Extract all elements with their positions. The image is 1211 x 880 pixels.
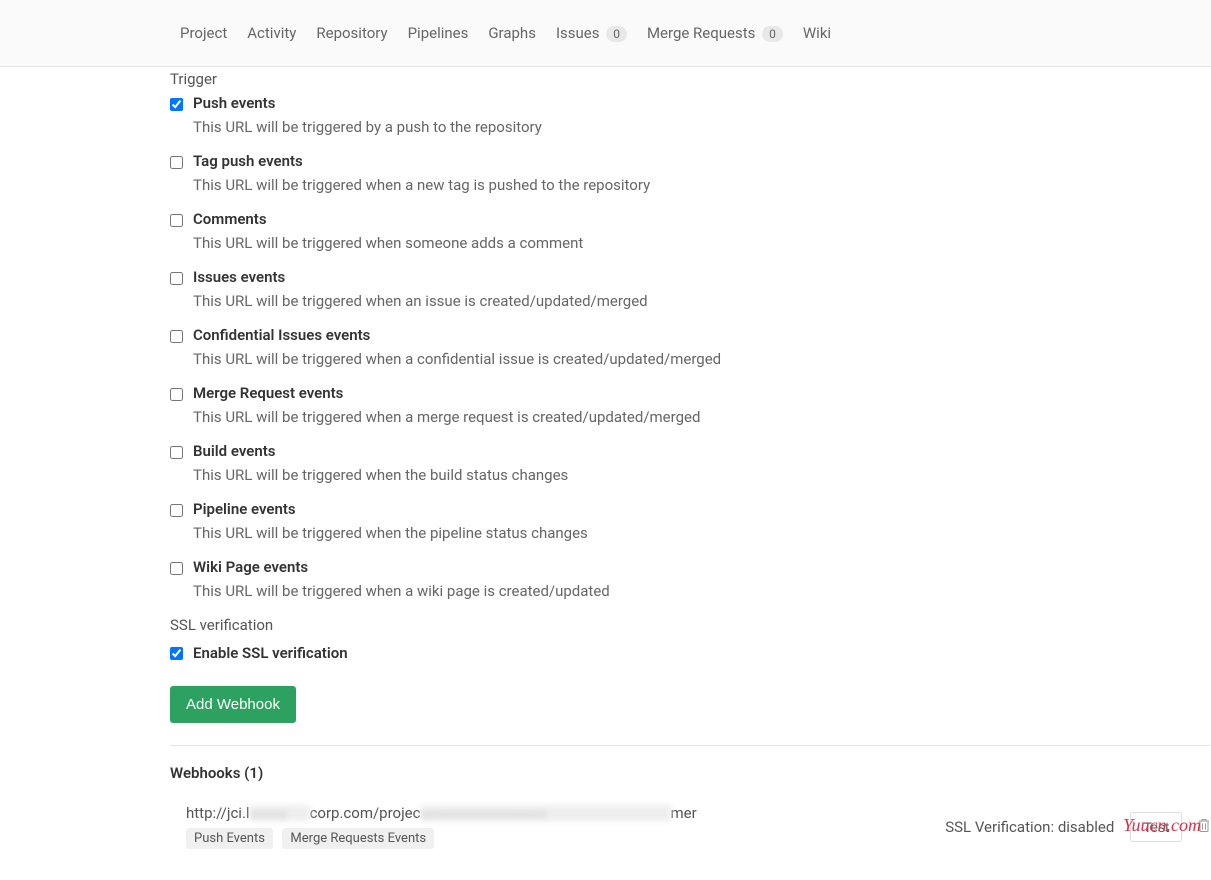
ssl-status: SSL Verification: disabled	[945, 818, 1114, 836]
triggers-list: Push events This URL will be triggered by…	[170, 94, 1210, 600]
redacted-segment: xxxxxxxxxxxxxxxxx	[421, 805, 671, 821]
webhook-tags: Push Events Merge Requests Events	[186, 828, 945, 849]
trigger-item: Pipeline events This URL will be triggere…	[170, 500, 1210, 542]
trigger-checkbox[interactable]	[170, 272, 183, 285]
webhook-row: http://jci.lxxxxxcorp.com/projecxxxxxxxx…	[170, 804, 1210, 849]
trigger-checkbox[interactable]	[170, 156, 183, 169]
trigger-desc: This URL will be triggered when a confid…	[193, 350, 1210, 368]
nav-repository[interactable]: Repository	[306, 16, 397, 50]
trigger-checkbox[interactable]	[170, 504, 183, 517]
trigger-label: Trigger	[170, 70, 1210, 88]
ssl-checkbox[interactable]	[170, 647, 183, 660]
trigger-desc: This URL will be triggered when a wiki p…	[193, 582, 1210, 600]
trigger-item: Push events This URL will be triggered by…	[170, 94, 1210, 136]
trigger-item: Confidential Issues events This URL will …	[170, 326, 1210, 368]
trigger-title: Issues events	[193, 268, 1210, 286]
trigger-item: Tag push events This URL will be triggere…	[170, 152, 1210, 194]
mr-badge: 0	[762, 26, 783, 42]
trigger-item: Comments This URL will be triggered when …	[170, 210, 1210, 252]
ssl-label: SSL verification	[170, 616, 1210, 634]
trigger-desc: This URL will be triggered when an issue…	[193, 292, 1210, 310]
webhooks-header: Webhooks (1)	[170, 764, 1210, 782]
trigger-item: Wiki Page events This URL will be trigger…	[170, 558, 1210, 600]
tag-merge-requests-events: Merge Requests Events	[282, 828, 434, 849]
trigger-title: Tag push events	[193, 152, 1210, 170]
trigger-item: Build events This URL will be triggered w…	[170, 442, 1210, 484]
nav-activity[interactable]: Activity	[237, 16, 306, 50]
trigger-title: Push events	[193, 94, 1210, 112]
add-webhook-button[interactable]: Add Webhook	[170, 686, 296, 723]
trigger-checkbox[interactable]	[170, 388, 183, 401]
nav-wiki[interactable]: Wiki	[793, 16, 841, 50]
trigger-desc: This URL will be triggered when a new ta…	[193, 176, 1210, 194]
trigger-checkbox[interactable]	[170, 330, 183, 343]
trigger-checkbox[interactable]	[170, 98, 183, 111]
watermark: Yuucn.com	[1123, 815, 1201, 836]
issues-badge: 0	[606, 26, 627, 42]
trigger-title: Pipeline events	[193, 500, 1210, 518]
tag-push-events: Push Events	[186, 828, 273, 849]
trigger-checkbox[interactable]	[170, 446, 183, 459]
trigger-desc: This URL will be triggered when the buil…	[193, 466, 1210, 484]
redacted-segment: xxxxx	[250, 805, 310, 821]
trigger-title: Confidential Issues events	[193, 326, 1210, 344]
trigger-desc: This URL will be triggered by a push to …	[193, 118, 1210, 136]
trigger-desc: This URL will be triggered when a merge …	[193, 408, 1210, 426]
trigger-checkbox[interactable]	[170, 214, 183, 227]
trigger-title: Wiki Page events	[193, 558, 1210, 576]
nav-issues[interactable]: Issues 0	[546, 16, 637, 50]
trigger-title: Comments	[193, 210, 1210, 228]
webhook-url: http://jci.lxxxxxcorp.com/projecxxxxxxxx…	[186, 804, 945, 822]
divider	[170, 745, 1210, 746]
nav-project[interactable]: Project	[170, 16, 237, 50]
trigger-title: Merge Request events	[193, 384, 1210, 402]
trigger-item: Issues events This URL will be triggered …	[170, 268, 1210, 310]
trigger-desc: This URL will be triggered when the pipe…	[193, 524, 1210, 542]
top-nav: Project Activity Repository Pipelines Gr…	[0, 0, 1211, 67]
ssl-enable-label: Enable SSL verification	[193, 644, 348, 662]
trigger-title: Build events	[193, 442, 1210, 460]
trigger-checkbox[interactable]	[170, 562, 183, 575]
nav-merge-requests[interactable]: Merge Requests 0	[637, 16, 793, 50]
trigger-desc: This URL will be triggered when someone …	[193, 234, 1210, 252]
nav-graphs[interactable]: Graphs	[478, 16, 546, 50]
trigger-item: Merge Request events This URL will be tri…	[170, 384, 1210, 426]
nav-pipelines[interactable]: Pipelines	[398, 16, 479, 50]
